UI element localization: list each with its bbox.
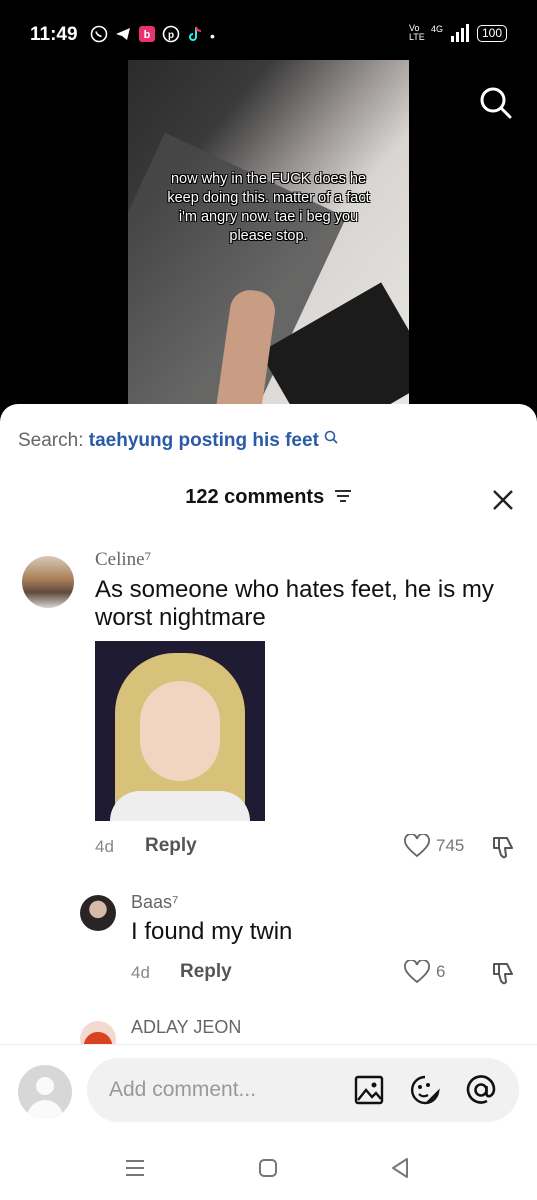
search-button[interactable]: [477, 84, 515, 122]
related-search[interactable]: Search: taehyung posting his feet: [18, 430, 338, 452]
signal-icon: [450, 24, 469, 42]
add-comment-placeholder: Add comment...: [109, 1078, 257, 1101]
status-right: Vo LTE 4G 100: [409, 24, 507, 42]
comment-age: 4d: [95, 837, 114, 856]
bereal-icon: b: [138, 25, 156, 47]
like-count: 6: [436, 962, 446, 981]
comment-text: As someone who hates feet, he is my wors…: [95, 576, 494, 631]
notification-icons: b p •: [90, 25, 215, 47]
comment-image-shirt: [110, 791, 250, 821]
like-button[interactable]: 6: [404, 960, 445, 984]
reply-button[interactable]: Reply: [145, 835, 197, 857]
comment-composer: Add comment...: [0, 1044, 537, 1134]
comment-username[interactable]: Celine⁷: [95, 549, 151, 571]
add-comment-input[interactable]: Add comment...: [87, 1058, 519, 1122]
close-button[interactable]: [491, 488, 515, 512]
status-time: 11:49: [30, 24, 78, 45]
emoji-icon[interactable]: [409, 1074, 441, 1106]
avatar-body: [27, 1100, 63, 1119]
my-avatar[interactable]: [18, 1065, 72, 1119]
avatar-head: [36, 1077, 54, 1095]
pinterest-icon: p: [162, 25, 180, 47]
back-icon[interactable]: [388, 1156, 412, 1180]
menu-icon[interactable]: [123, 1156, 147, 1180]
network-label: 4G: [430, 24, 443, 34]
svg-text:b: b: [144, 29, 151, 41]
avatar[interactable]: [80, 895, 116, 931]
comment-age: 4d: [131, 963, 150, 982]
search-term-link[interactable]: taehyung posting his feet: [89, 430, 319, 451]
telegram-icon: [114, 25, 132, 47]
like-button[interactable]: 745: [404, 834, 464, 858]
search-icon: [480, 87, 512, 119]
comment-image[interactable]: [95, 641, 265, 821]
home-icon[interactable]: [256, 1156, 280, 1180]
status-dot: •: [210, 28, 215, 44]
comment-username[interactable]: ADLAY JEON: [131, 1017, 241, 1038]
thumbs-down-icon: [493, 837, 513, 859]
comment-username[interactable]: Baas⁷: [131, 892, 179, 913]
thumbs-down-icon: [493, 963, 513, 985]
image-icon[interactable]: [353, 1074, 385, 1106]
comments-count: 122 comments: [185, 486, 325, 508]
volte-label: Vo LTE: [408, 23, 425, 42]
battery-icon: 100: [476, 24, 507, 42]
comments-sheet: Search: taehyung posting his feet 122 co…: [0, 404, 537, 1200]
search-small-icon: [324, 430, 338, 444]
avatar[interactable]: [22, 556, 74, 608]
dislike-button[interactable]: [490, 960, 518, 988]
comments-header: 122 comments: [0, 486, 537, 509]
status-bar: 11:49 b p • Vo LTE 4G 100: [0, 0, 537, 58]
whatsapp-icon: [90, 25, 108, 47]
svg-text:p: p: [168, 30, 174, 41]
close-icon: [493, 490, 513, 510]
mention-icon[interactable]: [465, 1074, 497, 1106]
reply-button[interactable]: Reply: [180, 961, 232, 983]
like-count: 745: [436, 836, 465, 855]
video-caption: now why in the FUCK does he keep doing t…: [167, 171, 370, 244]
search-label: Search:: [18, 430, 84, 451]
video-player[interactable]: now why in the FUCK does he keep doing t…: [128, 60, 409, 405]
comment-image-face: [140, 681, 220, 781]
comment-text: I found my twin: [131, 918, 293, 945]
dislike-button[interactable]: [490, 834, 518, 862]
tiktok-icon: [186, 25, 204, 47]
filter-icon[interactable]: [334, 486, 352, 509]
heart-icon: [404, 960, 430, 984]
heart-icon: [404, 834, 430, 858]
system-nav-bar: [0, 1134, 537, 1200]
